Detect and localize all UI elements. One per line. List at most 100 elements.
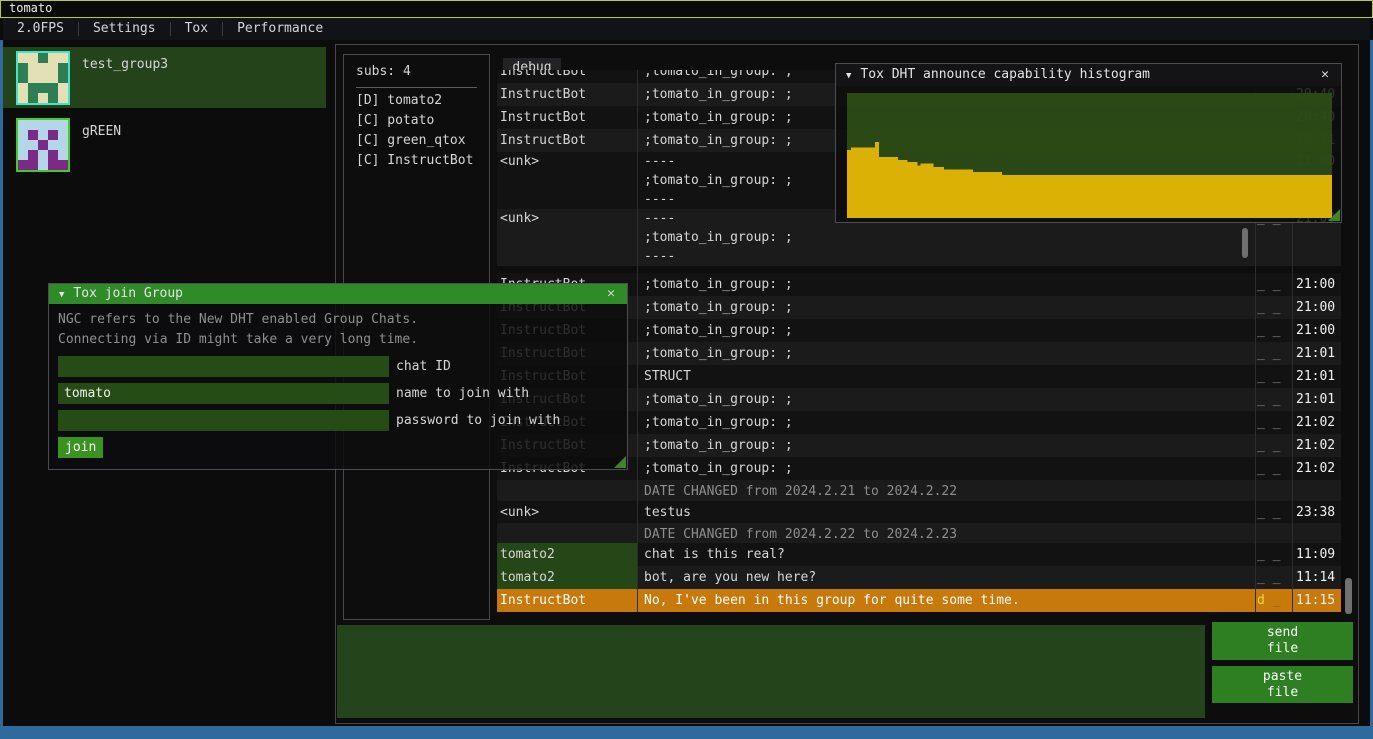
date-row[interactable]: DATE CHANGED from 2024.2.22 to 2024.2.23 [497,523,1341,543]
message-cell: STRUCT [637,365,1255,388]
join-password-label: password to join with [396,410,560,431]
message-cell: No, I've been in this group for quite so… [637,589,1255,612]
column-separator-name [637,70,638,612]
timestamp-cell: 21:00 [1292,296,1341,319]
group-list: test_group3 gREEN [3,47,326,181]
sender-name-cell [497,523,637,543]
join-name-input[interactable]: tomato [58,383,389,404]
join-window-title: Tox join Group [73,286,183,301]
message-row[interactable]: tomato2chat is this real?_ _11:09 [497,543,1341,566]
delivery-flags-cell: d _ [1255,589,1292,612]
window-titlebar[interactable]: tomato [0,0,1373,18]
message-cell: chat is this real? [637,543,1255,566]
timestamp-cell: 21:00 [1292,319,1341,342]
delivery-flags-cell: _ _ [1255,434,1292,457]
timestamp-cell [1292,523,1341,543]
sender-name-cell [497,480,637,501]
histogram-window-titlebar[interactable]: ▼ Tox DHT announce capability histogram ✕ [836,64,1341,86]
resize-grip[interactable] [1328,209,1340,221]
app-window: tomato 2.0FPSSettingsToxPerformance test… [0,0,1373,739]
sender-name-cell: InstructBot [497,70,637,83]
menu-bar: 2.0FPSSettingsToxPerformance [3,18,1370,40]
close-icon[interactable]: ✕ [1317,64,1333,86]
member-item[interactable]: [C] InstructBot [344,151,489,171]
inner-scrollbar-thumb[interactable] [1242,228,1248,258]
message-input[interactable] [337,625,1205,718]
date-row[interactable]: DATE CHANGED from 2024.2.21 to 2024.2.22 [497,480,1341,501]
message-cell: ;tomato_in_group: ; [637,434,1255,457]
message-row[interactable]: tomato2bot, are you new here?_ _11:14 [497,566,1341,589]
collapse-arrow-icon[interactable]: ▼ [59,290,64,300]
histogram-window[interactable]: ▼ Tox DHT announce capability histogram ✕ [835,63,1342,223]
frame-edge-bottom [0,726,1373,739]
join-description-line2: Connecting via ID might take a very long… [58,330,618,350]
member-list: [D] tomato2[C] potato[C] green_qtox[C] I… [344,91,489,171]
member-item[interactable]: [D] tomato2 [344,91,489,111]
delivery-flags-cell: _ _ [1255,566,1292,589]
timestamp-cell: 21:02 [1292,457,1341,480]
group-avatar [16,51,70,105]
group-item[interactable]: gREEN [3,114,326,175]
delivery-flags-cell: _ _ [1255,296,1292,319]
join-window-titlebar[interactable]: ▼ Tox join Group ✕ [49,284,627,304]
menu-item-settings[interactable]: Settings [79,18,170,40]
sender-name-cell: InstructBot [497,106,637,129]
subs-separator [356,87,477,88]
chat-id-label: chat ID [396,356,451,377]
timestamp-cell: 21:02 [1292,434,1341,457]
collapse-arrow-icon[interactable]: ▼ [846,71,851,81]
message-cell: testus [637,501,1255,523]
chat-scrollbar-thumb[interactable] [1345,578,1352,614]
delivery-flags-cell [1255,480,1292,501]
message-cell: ;tomato_in_group: ; [637,319,1255,342]
frame-edge-left [0,40,3,726]
sender-name-cell: tomato2 [497,543,637,566]
group-item[interactable]: test_group3 [3,47,326,108]
join-description-line1: NGC refers to the New DHT enabled Group … [58,310,618,330]
delivery-flags-cell: _ _ [1255,411,1292,434]
join-window-body: NGC refers to the New DHT enabled Group … [49,304,627,458]
message-cell: bot, are you new here? [637,566,1255,589]
histogram-plot-svg [847,93,1332,218]
message-row[interactable]: <unk>testus_ _23:38 [497,501,1341,523]
send-file-button[interactable]: send file [1212,622,1353,660]
delivery-flags-cell: _ _ [1255,388,1292,411]
sender-name-cell: <unk> [497,209,637,266]
menu-item-tox[interactable]: Tox [171,18,222,40]
timestamp-cell: 21:01 [1292,342,1341,365]
sender-name-cell: InstructBot [497,589,637,612]
message-cell: ;tomato_in_group: ; [637,411,1255,434]
sender-name-cell: <unk> [497,152,637,209]
paste-file-button[interactable]: paste file [1212,666,1353,703]
menu-item-20fps[interactable]: 2.0FPS [3,18,78,40]
close-icon[interactable]: ✕ [603,284,619,304]
join-button[interactable]: join [58,437,103,458]
timestamp-cell: 11:14 [1292,566,1341,589]
chat-id-input[interactable] [58,356,389,377]
join-group-window[interactable]: ▼ Tox join Group ✕ NGC refers to the New … [48,283,628,470]
timestamp-cell: 11:15 [1292,589,1341,612]
delivery-flags-cell: _ _ [1255,365,1292,388]
delivery-flags-cell: _ _ [1255,543,1292,566]
histogram-window-title: Tox DHT announce capability histogram [860,67,1150,82]
message-cell: ;tomato_in_group: ; [637,457,1255,480]
sender-name-cell: InstructBot [497,83,637,106]
group-name: test_group3 [82,57,168,72]
sender-name-cell: <unk> [497,501,637,523]
message-cell: ;tomato_in_group: ; [637,296,1255,319]
message-cell: ;tomato_in_group: ; [637,273,1255,296]
group-name: gREEN [82,124,121,139]
delivery-flags-cell: _ _ [1255,501,1292,523]
message-cell: DATE CHANGED from 2024.2.22 to 2024.2.23 [637,523,1255,543]
message-cell: ;tomato_in_group: ; [637,388,1255,411]
member-item[interactable]: [C] potato [344,111,489,131]
delivery-flags-cell: _ _ [1255,457,1292,480]
member-item[interactable]: [C] green_qtox [344,131,489,151]
message-row[interactable]: InstructBotNo, I've been in this group f… [497,589,1341,612]
delivery-flags-cell: _ _ [1255,342,1292,365]
menu-item-performance[interactable]: Performance [223,18,337,40]
join-password-input[interactable] [58,410,389,431]
group-avatar [16,118,70,172]
delivery-flags-cell [1255,523,1292,543]
resize-grip[interactable] [614,456,626,468]
